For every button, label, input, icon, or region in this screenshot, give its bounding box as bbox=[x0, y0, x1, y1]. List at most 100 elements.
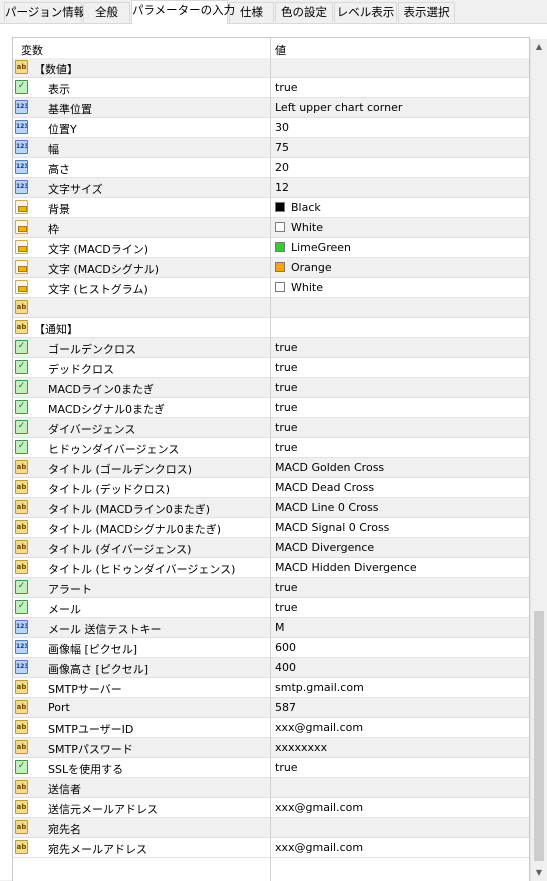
parameter-value[interactable]: White bbox=[291, 221, 323, 234]
parameter-row[interactable]: 123 基準位置 Left upper chart corner bbox=[13, 98, 529, 118]
parameter-row[interactable]: ✓ ゴールデンクロス true bbox=[13, 338, 529, 358]
parameter-value[interactable]: MACD Line 0 Cross bbox=[275, 501, 379, 514]
parameter-row[interactable]: 123 幅 75 bbox=[13, 138, 529, 158]
parameter-row[interactable]: ✓ メール true bbox=[13, 598, 529, 618]
scroll-down-icon[interactable]: ▼ bbox=[531, 865, 547, 881]
parameter-value[interactable]: LimeGreen bbox=[291, 241, 351, 254]
parameter-row[interactable]: ab bbox=[13, 298, 529, 318]
parameter-value[interactable]: true bbox=[275, 441, 298, 454]
parameter-row[interactable]: ab タイトル (ヒドゥンダイバージェンス) MACD Hidden Diverge… bbox=[13, 558, 529, 578]
parameter-value[interactable]: MACD Divergence bbox=[275, 541, 374, 554]
parameter-value[interactable]: Orange bbox=[291, 261, 332, 274]
parameter-row[interactable]: 文字 (MACDシグナル) Orange bbox=[13, 258, 529, 278]
parameter-row[interactable]: ab タイトル (MACDライン0またぎ) MACD Line 0 Cross bbox=[13, 498, 529, 518]
parameter-row[interactable]: ab SMTPパスワード xxxxxxxx bbox=[13, 738, 529, 758]
parameter-value[interactable]: true bbox=[275, 421, 298, 434]
parameter-row[interactable]: ✓ 表示 true bbox=[13, 78, 529, 98]
parameter-value[interactable]: MACD Dead Cross bbox=[275, 481, 374, 494]
parameter-row[interactable]: 123 文字サイズ 12 bbox=[13, 178, 529, 198]
parameter-row[interactable]: ab Port 587 bbox=[13, 698, 529, 718]
parameter-value[interactable]: xxx@gmail.com bbox=[275, 721, 363, 734]
parameter-value[interactable]: 30 bbox=[275, 121, 289, 134]
number-param-icon: 123 bbox=[15, 160, 28, 174]
parameter-value[interactable]: true bbox=[275, 581, 298, 594]
parameter-row[interactable]: 文字 (ヒストグラム) White bbox=[13, 278, 529, 298]
text-param-icon: ab bbox=[15, 300, 28, 314]
column-header-variable[interactable]: 変数 bbox=[21, 42, 43, 58]
parameter-name: ヒドゥンダイバージェンス bbox=[48, 443, 180, 456]
parameter-value[interactable]: smtp.gmail.com bbox=[275, 681, 364, 694]
parameter-value[interactable]: Left upper chart corner bbox=[275, 101, 402, 114]
column-divider[interactable] bbox=[270, 38, 271, 881]
tab-color-settings[interactable]: 色の設定 bbox=[275, 2, 333, 22]
parameter-value[interactable]: 12 bbox=[275, 181, 289, 194]
parameter-row[interactable]: ✓ ダイバージェンス true bbox=[13, 418, 529, 438]
parameter-row[interactable]: ✓ MACDライン0またぎ true bbox=[13, 378, 529, 398]
column-header-value[interactable]: 値 bbox=[275, 42, 286, 58]
text-param-icon: ab bbox=[15, 680, 28, 694]
parameter-value[interactable]: 600 bbox=[275, 641, 296, 654]
parameter-value[interactable]: true bbox=[275, 341, 298, 354]
bool-param-icon: ✓ bbox=[15, 760, 28, 774]
parameter-row[interactable]: 123 高さ 20 bbox=[13, 158, 529, 178]
parameter-row[interactable]: ab SMTPユーザーID xxx@gmail.com bbox=[13, 718, 529, 738]
parameter-row[interactable]: ✓ デッドクロス true bbox=[13, 358, 529, 378]
parameter-value[interactable]: MACD Hidden Divergence bbox=[275, 561, 417, 574]
parameter-name: タイトル (ヒドゥンダイバージェンス) bbox=[48, 563, 236, 576]
parameter-value[interactable]: true bbox=[275, 401, 298, 414]
parameter-name: 画像幅 [ピクセル] bbox=[48, 643, 138, 656]
parameter-value[interactable]: true bbox=[275, 761, 298, 774]
parameter-row[interactable]: ab 【通知】 bbox=[13, 318, 529, 338]
color-param-icon bbox=[15, 200, 28, 214]
parameter-row[interactable]: 文字 (MACDライン) LimeGreen bbox=[13, 238, 529, 258]
parameter-row[interactable]: 123 画像高さ [ピクセル] 400 bbox=[13, 658, 529, 678]
tab-specification[interactable]: 仕様 bbox=[229, 2, 274, 22]
parameter-row[interactable]: 背景 Black bbox=[13, 198, 529, 218]
parameter-row[interactable]: ab タイトル (デッドクロス) MACD Dead Cross bbox=[13, 478, 529, 498]
parameter-row[interactable]: ab タイトル (ダイバージェンス) MACD Divergence bbox=[13, 538, 529, 558]
parameter-row[interactable]: ab 【数値】 bbox=[13, 58, 529, 78]
tab-level-display[interactable]: レベル表示 bbox=[334, 2, 397, 22]
scroll-thumb[interactable] bbox=[534, 611, 544, 861]
scroll-up-icon[interactable]: ▲ bbox=[531, 39, 547, 55]
parameter-row[interactable]: 枠 White bbox=[13, 218, 529, 238]
tab-parameter-input[interactable]: パラメーターの入力 bbox=[131, 0, 235, 24]
vertical-scrollbar[interactable]: ▲ ▼ bbox=[530, 39, 547, 881]
parameter-value[interactable]: 400 bbox=[275, 661, 296, 674]
parameter-value[interactable]: true bbox=[275, 81, 298, 94]
parameter-name: 画像高さ [ピクセル] bbox=[48, 663, 149, 676]
parameter-name: MACDシグナル0またぎ bbox=[48, 403, 165, 416]
parameter-value[interactable]: 587 bbox=[275, 701, 296, 714]
parameter-value[interactable]: true bbox=[275, 601, 298, 614]
parameter-row[interactable]: ✓ ヒドゥンダイバージェンス true bbox=[13, 438, 529, 458]
parameter-row[interactable]: 123 位置Y 30 bbox=[13, 118, 529, 138]
parameter-value[interactable]: true bbox=[275, 361, 298, 374]
parameter-value[interactable]: true bbox=[275, 381, 298, 394]
parameter-value[interactable]: MACD Signal 0 Cross bbox=[275, 521, 389, 534]
parameter-value[interactable]: 20 bbox=[275, 161, 289, 174]
parameter-value[interactable]: xxx@gmail.com bbox=[275, 801, 363, 814]
parameter-row[interactable]: ab タイトル (MACDシグナル0またぎ) MACD Signal 0 Cross bbox=[13, 518, 529, 538]
parameter-row[interactable]: ab 送信元メールアドレス xxx@gmail.com bbox=[13, 798, 529, 818]
parameter-row[interactable]: ✓ アラート true bbox=[13, 578, 529, 598]
tab-display-select[interactable]: 表示選択 bbox=[398, 2, 455, 22]
parameter-value[interactable]: M bbox=[275, 621, 285, 634]
parameter-value[interactable]: MACD Golden Cross bbox=[275, 461, 384, 474]
parameter-row[interactable]: ✓ SSLを使用する true bbox=[13, 758, 529, 778]
parameter-row[interactable]: ab 送信者 bbox=[13, 778, 529, 798]
parameter-row[interactable]: 123 メール 送信テストキー M bbox=[13, 618, 529, 638]
parameter-row[interactable]: 123 画像幅 [ピクセル] 600 bbox=[13, 638, 529, 658]
parameter-value[interactable]: xxxxxxxx bbox=[275, 741, 327, 754]
tab-version-info[interactable]: パージョン情報 bbox=[4, 2, 85, 22]
parameter-name: 宛先名 bbox=[48, 823, 81, 836]
parameter-row[interactable]: ab タイトル (ゴールデンクロス) MACD Golden Cross bbox=[13, 458, 529, 478]
tab-general[interactable]: 全般 bbox=[83, 2, 130, 22]
parameter-value[interactable]: xxx@gmail.com bbox=[275, 841, 363, 854]
parameter-value[interactable]: Black bbox=[291, 201, 321, 214]
parameter-row[interactable]: ab 宛先名 bbox=[13, 818, 529, 838]
parameter-value[interactable]: White bbox=[291, 281, 323, 294]
parameter-value[interactable]: 75 bbox=[275, 141, 289, 154]
parameter-row[interactable]: ab SMTPサーバー smtp.gmail.com bbox=[13, 678, 529, 698]
parameter-row[interactable]: ab 宛先メールアドレス xxx@gmail.com bbox=[13, 838, 529, 858]
parameter-row[interactable]: ✓ MACDシグナル0またぎ true bbox=[13, 398, 529, 418]
